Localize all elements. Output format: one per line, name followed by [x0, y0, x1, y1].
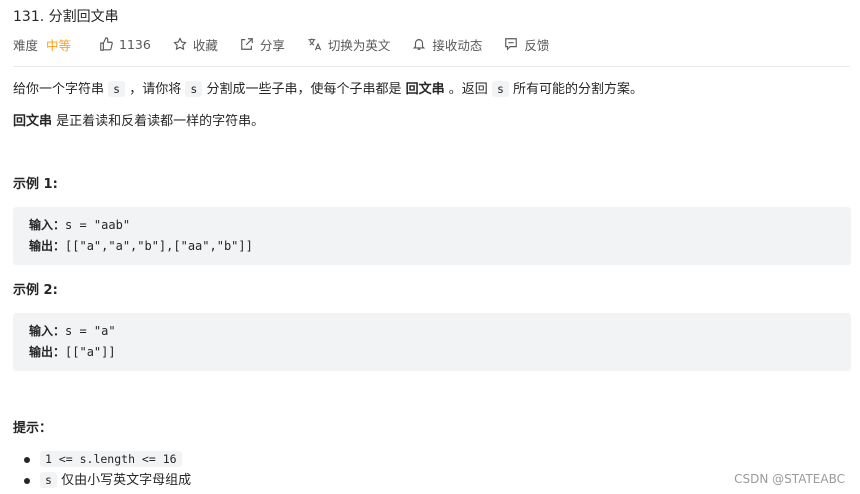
share-icon [241, 38, 253, 50]
problem-title: 131. 分割回文串 [13, 9, 119, 25]
like-button[interactable]: 1136 [99, 37, 151, 52]
example-2-heading: 示例 2: [13, 283, 58, 298]
watermark: CSDN @STATEABC [734, 472, 845, 486]
hints-heading: 提示： [13, 421, 53, 436]
example-1-output: [["a","a","b"],["aa","b"]] [65, 239, 253, 253]
feedback-icon [505, 38, 518, 51]
switch-language-button[interactable]: 切换为英文 [307, 35, 391, 54]
list-item: 1 <= s.length <= 16 [0, 449, 191, 470]
favorite-button[interactable]: 收藏 [173, 35, 218, 54]
subscribe-button[interactable]: 接收动态 [412, 35, 482, 54]
emphasis: 回文串 [13, 114, 53, 129]
hints-list: 1 <= s.length <= 16 s 仅由小写英文字母组成 [0, 449, 191, 491]
example-2-output: [["a"]] [65, 345, 116, 359]
like-count: 1136 [119, 36, 151, 52]
example-2-block: 输入：s = "a" 输出：[["a"]] [13, 313, 851, 371]
feedback-button[interactable]: 反馈 [504, 35, 549, 54]
inline-code: s [108, 81, 126, 97]
difficulty-value: 中等 [46, 37, 72, 53]
emphasis: 回文串 [405, 82, 445, 97]
share-button[interactable]: 分享 [240, 35, 285, 54]
description-paragraph-2: 回文串 是正着读和反着读都一样的字符串。 [13, 114, 265, 129]
inline-code: s [40, 472, 57, 488]
translate-icon [308, 38, 321, 51]
example-1-input: s = "aab" [65, 218, 131, 232]
bell-icon [413, 39, 426, 50]
feedback-label: 反馈 [524, 37, 550, 53]
favorite-label: 收藏 [192, 37, 218, 53]
problem-meta-bar: 难度 中等 1136 收藏 分享 切换为英文 接收动态 反馈 [13, 35, 571, 53]
description-paragraph-1: 给你一个字符串 s ，请你将 s 分割成一些子串，使每个子串都是 回文串 。返回… [13, 81, 644, 97]
difficulty-label: 难度 [13, 37, 39, 53]
example-1-block: 输入：s = "aab" 输出：[["a","a","b"],["aa","b"… [13, 207, 851, 265]
subscribe-label: 接收动态 [432, 37, 483, 53]
example-1-heading: 示例 1: [13, 177, 58, 192]
thumb-up-icon [100, 37, 113, 51]
example-2-input: s = "a" [65, 324, 116, 338]
inline-code: s [491, 81, 509, 97]
inline-code: s [185, 81, 203, 97]
list-item: s 仅由小写英文字母组成 [0, 470, 191, 491]
inline-code: 1 <= s.length <= 16 [40, 451, 182, 467]
star-icon [173, 37, 187, 50]
switch-language-label: 切换为英文 [327, 37, 391, 53]
share-label: 分享 [259, 37, 285, 53]
header-divider [13, 66, 850, 67]
